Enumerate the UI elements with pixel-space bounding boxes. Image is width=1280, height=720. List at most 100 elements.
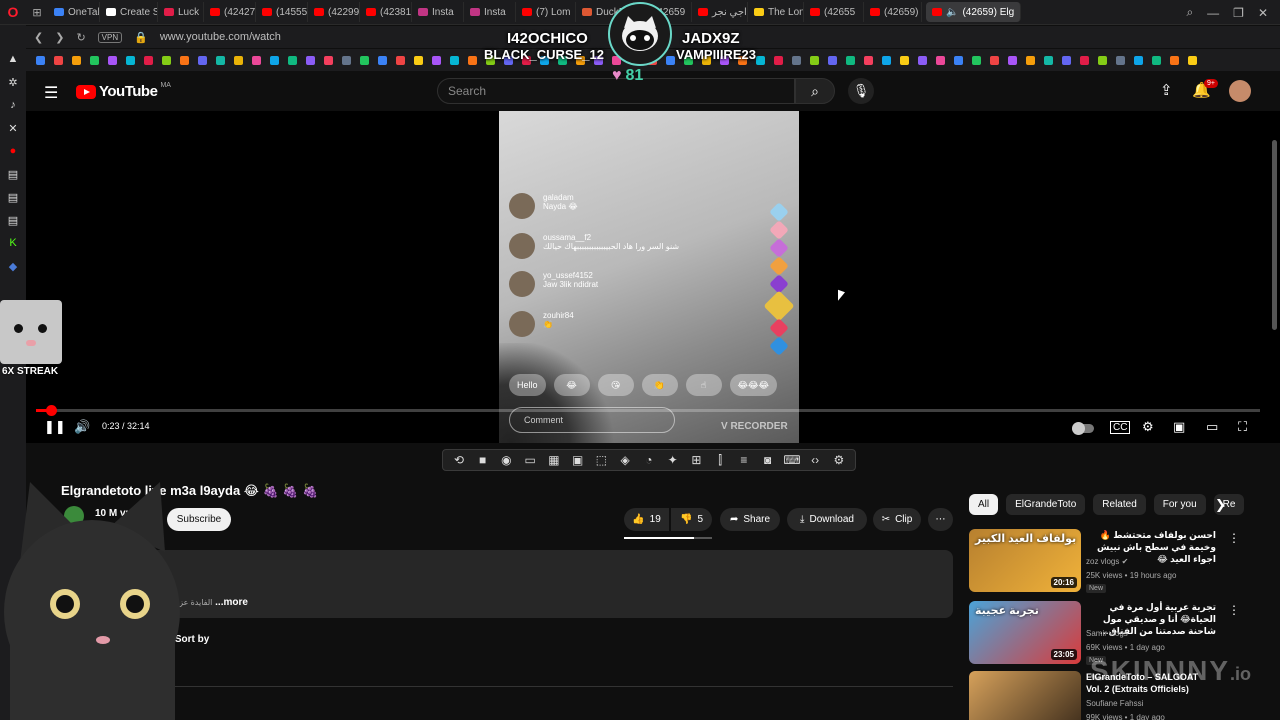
browser-tab[interactable]: (14555) <box>256 2 308 22</box>
bookmark-icon[interactable] <box>792 55 801 65</box>
loop-icon[interactable]: ⟲ <box>451 453 467 467</box>
bookmark-icon[interactable] <box>432 55 441 65</box>
browser-tab[interactable]: (42427 <box>204 2 256 22</box>
miniplayer-icon[interactable]: ▣ <box>1173 419 1185 435</box>
bookmark-icon[interactable] <box>162 55 171 65</box>
bookmark-icon[interactable] <box>882 55 891 65</box>
maximize-icon[interactable]: ❐ <box>1233 6 1244 20</box>
file-icon[interactable]: ▤ <box>7 191 19 204</box>
file-icon[interactable]: ▤ <box>7 168 19 181</box>
camera-icon[interactable]: ◙ <box>760 453 776 467</box>
browser-tab[interactable]: Insta <box>412 2 464 22</box>
captions-icon[interactable]: CC <box>1110 421 1131 434</box>
bookmark-icon[interactable] <box>396 55 405 65</box>
bookmark-icon[interactable] <box>954 55 963 65</box>
browser-tab[interactable]: (42299 <box>308 2 360 22</box>
bookmark-icon[interactable] <box>990 55 999 65</box>
tab-active[interactable]: 🔈 (42659) Elg <box>926 2 1022 22</box>
menu-icon[interactable]: ☰ <box>44 83 58 103</box>
bookmark-icon[interactable] <box>252 55 261 65</box>
bookmark-icon[interactable] <box>1098 55 1107 65</box>
browser-tab[interactable]: (42659) <box>864 2 922 22</box>
pause-icon[interactable]: ❚❚ <box>44 419 66 435</box>
upload-icon[interactable]: ⇪ <box>1160 81 1173 99</box>
x-icon[interactable]: ✕ <box>7 122 19 135</box>
reaction-chip[interactable]: ☝ <box>685 374 722 396</box>
tiktok-icon[interactable]: ♪ <box>7 99 19 111</box>
clip-button[interactable]: ✂ Clip <box>873 508 921 531</box>
video-thumbnail[interactable]: تجربة عجيبة 23:05 <box>969 601 1081 664</box>
bookmark-icon[interactable] <box>468 55 477 65</box>
close-window-icon[interactable]: ✕ <box>1258 6 1268 20</box>
bookmark-icon[interactable] <box>234 55 243 65</box>
tab-mute-icon[interactable]: 🔈 <box>946 7 958 18</box>
bookmark-icon[interactable] <box>342 55 351 65</box>
url-field[interactable]: www.youtube.com/watch <box>160 31 281 43</box>
account-avatar[interactable] <box>1229 80 1251 102</box>
filter-chip[interactable]: For you <box>1153 494 1206 515</box>
minimize-icon[interactable]: — <box>1207 6 1219 20</box>
align-icon[interactable]: ≡ <box>736 453 752 467</box>
bookmark-icon[interactable] <box>144 55 153 65</box>
bookmark-icon[interactable] <box>864 55 873 65</box>
bookmark-icon[interactable] <box>414 55 423 65</box>
bookmark-icon[interactable] <box>306 55 315 65</box>
bookmark-icon[interactable] <box>324 55 333 65</box>
bookmark-icon[interactable] <box>936 55 945 65</box>
autoplay-toggle[interactable] <box>1072 422 1094 435</box>
keyboard-icon[interactable]: ⌨ <box>783 453 800 467</box>
bookmark-icon[interactable] <box>774 55 783 65</box>
download-button[interactable]: ⤓ Download <box>787 508 867 531</box>
bookmark-icon[interactable] <box>378 55 387 65</box>
reload-icon[interactable]: ↻ <box>76 31 85 44</box>
bookmark-icon[interactable] <box>828 55 837 65</box>
picture-icon[interactable]: ▣ <box>570 453 586 467</box>
browser-tab[interactable]: (7) Lom <box>516 2 576 22</box>
video-thumbnail[interactable]: بولفاف العيد الكبير 20:16 <box>969 529 1081 592</box>
filter-chip[interactable]: All <box>969 494 999 515</box>
bookmark-icon[interactable] <box>360 55 369 65</box>
share-button[interactable]: ➦ Share <box>720 508 780 531</box>
stop-icon[interactable]: ■ <box>475 453 491 467</box>
bookmark-icon[interactable] <box>180 55 189 65</box>
opera-logo-icon[interactable]: O <box>0 0 26 25</box>
bookmark-icon[interactable] <box>1008 55 1017 65</box>
bookmark-icon[interactable] <box>1134 55 1143 65</box>
browser-tab[interactable]: The Lon <box>748 2 804 22</box>
video-thumbnail[interactable] <box>969 671 1081 720</box>
settings-gear-icon[interactable]: ⚙ <box>1142 419 1154 435</box>
extension-settings-icon[interactable]: ⚙ <box>831 453 847 467</box>
bookmark-icon[interactable] <box>1152 55 1161 65</box>
like-button[interactable]: 👍 19 <box>624 508 669 531</box>
bookmark-icon[interactable] <box>108 55 117 65</box>
bookmark-icon[interactable] <box>198 55 207 65</box>
bookmark-icon[interactable] <box>666 55 675 65</box>
reaction-chip[interactable]: Hello <box>509 374 546 396</box>
recommended-channel[interactable]: zoz vlogs ✔ <box>1086 557 1128 566</box>
vpn-shield-icon[interactable]: ◆ <box>7 260 19 273</box>
browser-tab[interactable]: OneTab <box>48 2 100 22</box>
more-vertical-icon[interactable]: ⋮ <box>1228 603 1240 617</box>
youtube-logo[interactable]: YouTube MA <box>76 82 171 100</box>
audio-wave-icon[interactable]: ◉ <box>498 453 514 467</box>
search-button[interactable]: ⌕ <box>795 78 835 104</box>
reaction-chip[interactable]: 😂😂😂 <box>729 374 778 396</box>
bookmark-icon[interactable] <box>1188 55 1197 65</box>
reaction-chip[interactable]: 👏 <box>641 374 678 396</box>
bookmark-icon[interactable] <box>846 55 855 65</box>
bookmark-icon[interactable] <box>972 55 981 65</box>
browser-tab[interactable]: Insta <box>464 2 516 22</box>
progress-bar[interactable] <box>36 405 1260 416</box>
chevron-right-icon[interactable]: ❯ <box>1215 497 1226 513</box>
bookmark-icon[interactable] <box>1026 55 1035 65</box>
progress-scrubber[interactable] <box>46 405 57 416</box>
bookmark-icon[interactable] <box>270 55 279 65</box>
fullscreen-icon[interactable]: ⛶ <box>1238 419 1247 435</box>
filter-chip[interactable]: ElGrandeToto <box>1006 494 1086 515</box>
back-icon[interactable]: ❮ <box>34 31 43 44</box>
browser-tab[interactable]: Luck <box>158 2 204 22</box>
kick-icon[interactable]: K <box>7 237 19 249</box>
aria-icon[interactable]: ▲ <box>7 53 19 65</box>
clapper-icon[interactable]: ▦ <box>546 453 562 467</box>
search-tabs-icon[interactable]: ⌕ <box>1186 5 1193 20</box>
